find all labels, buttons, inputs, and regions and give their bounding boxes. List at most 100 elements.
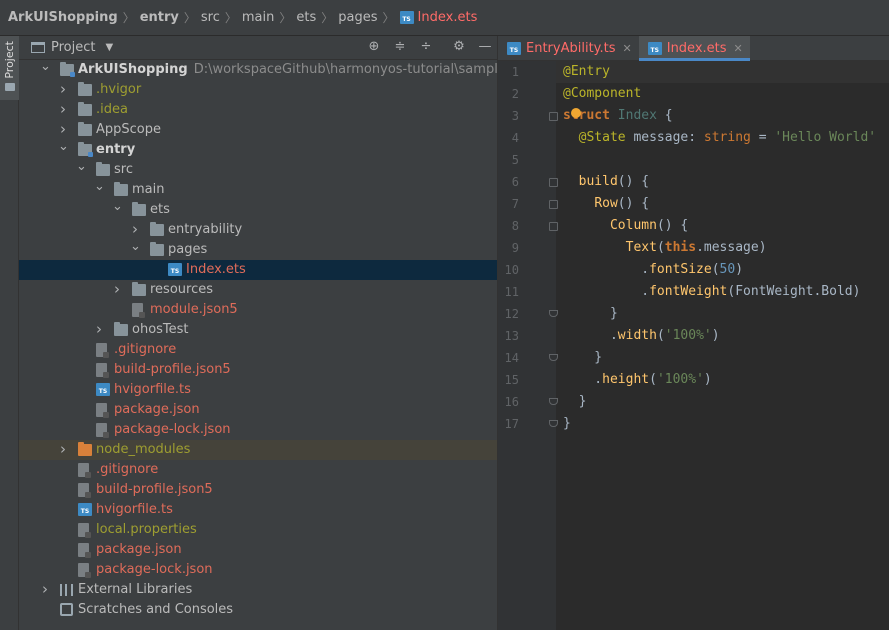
editor-tab[interactable]: TS EntryAbility.ts ✕ (498, 36, 639, 60)
tree-item[interactable]: .gitignore (19, 340, 497, 360)
gear-icon[interactable]: ⚙ (451, 39, 467, 55)
chevron-down-icon[interactable]: ⌄ (130, 240, 141, 254)
chevron-right-icon[interactable]: › (58, 440, 68, 459)
tree-item[interactable]: ⌄ main (19, 180, 497, 200)
fold-marker-icon[interactable] (549, 178, 558, 187)
code-line[interactable]: @State message: string = 'Hello World' (563, 127, 876, 149)
fold-marker-icon[interactable] (549, 420, 558, 427)
tree-item[interactable]: .gitignore (19, 460, 497, 480)
close-icon[interactable]: ✕ (623, 42, 632, 55)
tree-item[interactable]: TS hvigorfile.ts (19, 500, 497, 520)
chevron-down-icon[interactable]: ⌄ (40, 60, 51, 74)
tree-item[interactable]: ⌄ src (19, 160, 497, 180)
tree-item[interactable]: › .hvigor (19, 80, 497, 100)
code-line[interactable]: .height('100%') (563, 369, 711, 391)
tree-item[interactable]: › AppScope (19, 120, 497, 140)
chevron-down-icon[interactable]: ⌄ (112, 200, 123, 214)
tree-item-label: .idea (96, 100, 128, 120)
chevron-right-icon[interactable]: › (58, 80, 68, 99)
tree-item-label: build-profile.json5 (96, 480, 213, 500)
tree-item[interactable]: Scratches and Consoles (19, 600, 497, 620)
project-tool-window-button[interactable]: Project (0, 36, 19, 100)
tree-item[interactable]: ⌄ ets (19, 200, 497, 220)
breadcrumb-item[interactable]: ets (296, 10, 316, 25)
chevron-right-icon[interactable]: › (58, 120, 68, 139)
code-line[interactable]: @Entry (556, 61, 889, 83)
chevron-right-icon[interactable]: › (58, 100, 68, 119)
breadcrumb-item[interactable]: pages (338, 10, 377, 25)
chevron-right-icon[interactable]: › (40, 580, 50, 599)
tree-item[interactable]: ⌄ ArkUIShopping D:\workspaceGithub\harmony… (19, 60, 497, 80)
tree-item[interactable]: package-lock.json (19, 420, 497, 440)
breadcrumb-item[interactable]: entry (140, 10, 179, 25)
code-line[interactable]: @Component (563, 83, 641, 105)
chevron-right-icon[interactable]: › (112, 280, 122, 299)
code-line[interactable]: Text(this.message) (563, 237, 767, 259)
tree-item-label: AppScope (96, 120, 161, 140)
fold-marker-icon[interactable] (549, 222, 558, 231)
chevron-down-icon[interactable]: ⌄ (94, 180, 105, 194)
tree-item[interactable]: local.properties (19, 520, 497, 540)
breadcrumb-item[interactable]: ArkUIShopping (8, 10, 118, 25)
code-token: Text (625, 240, 657, 255)
tree-item[interactable]: › resources (19, 280, 497, 300)
code-line[interactable]: Column() { (563, 215, 688, 237)
code-line[interactable]: .width('100%') (563, 325, 720, 347)
tree-item[interactable]: › .idea (19, 100, 497, 120)
tree-item-label: hvigorfile.ts (114, 380, 191, 400)
tree-item[interactable]: › entryability (19, 220, 497, 240)
code-line[interactable]: } (563, 391, 587, 413)
fold-marker-icon[interactable] (549, 200, 558, 209)
breadcrumb-item[interactable]: src (201, 10, 220, 25)
close-icon[interactable]: ✕ (734, 42, 743, 55)
tree-item[interactable]: package-lock.json (19, 560, 497, 580)
tree-item[interactable]: build-profile.json5 (19, 480, 497, 500)
code-token: { (664, 108, 673, 123)
minimize-icon[interactable]: — (477, 39, 493, 55)
line-number: 8 (511, 219, 519, 233)
code-area[interactable]: 1 2 3 4 5 6 7 8 9 10 11 12 13 14 15 16 17 @Entry @Compone… (498, 61, 889, 630)
tree-item[interactable]: › node_modules (19, 440, 497, 460)
tree-item[interactable]: TS Index.ets (19, 260, 497, 280)
collapse-all-icon[interactable]: ÷ (418, 39, 434, 55)
fold-marker-icon[interactable] (549, 398, 558, 405)
project-view-selector[interactable]: Project (51, 40, 95, 55)
line-number: 1 (511, 65, 519, 79)
editor-tab[interactable]: TS Index.ets ✕ (638, 36, 750, 61)
code-line[interactable]: } (563, 347, 602, 369)
chevron-right-icon[interactable]: › (130, 220, 140, 239)
chevron-down-icon[interactable]: ▼ (105, 42, 113, 53)
code-line[interactable]: .fontSize(50) (563, 259, 743, 281)
fold-marker-icon[interactable] (549, 354, 558, 361)
fold-marker-icon[interactable] (549, 310, 558, 317)
tree-item[interactable]: › External Libraries (19, 580, 497, 600)
code-line[interactable]: } (563, 413, 571, 435)
tree-item[interactable]: ⌄ entry (19, 140, 497, 160)
tree-item[interactable]: package.json (19, 540, 497, 560)
tree-item-name: hvigorfile.ts (96, 502, 173, 517)
code-line[interactable]: build() { (563, 171, 649, 193)
code-token: .message) (696, 240, 767, 255)
tree-item[interactable]: package.json (19, 400, 497, 420)
chevron-right-icon[interactable]: › (94, 320, 104, 339)
expand-all-icon[interactable]: ≑ (392, 39, 408, 55)
module-folder-icon (78, 142, 93, 157)
breadcrumb-item[interactable]: main (242, 10, 274, 25)
breadcrumb-item[interactable]: TS Index.ets (399, 10, 477, 25)
tree-item[interactable]: TS hvigorfile.ts (19, 380, 497, 400)
lightbulb-icon[interactable] (571, 108, 581, 118)
chevron-down-icon[interactable]: ⌄ (58, 140, 69, 154)
locate-icon[interactable]: ⊕ (366, 39, 382, 55)
code-token: () { (617, 174, 650, 189)
code-line[interactable]: Row() { (563, 193, 649, 215)
code-line[interactable]: .fontWeight(FontWeight.Bold) (563, 281, 860, 303)
tree-item[interactable]: › ohosTest (19, 320, 497, 340)
tree-item-label: ohosTest (132, 320, 189, 340)
fold-marker-icon[interactable] (549, 112, 558, 121)
tree-item[interactable]: build-profile.json5 (19, 360, 497, 380)
tree-item[interactable]: ⌄ pages (19, 240, 497, 260)
chevron-down-icon[interactable]: ⌄ (76, 160, 87, 174)
code-line[interactable]: } (563, 303, 618, 325)
tree-item[interactable]: module.json5 (19, 300, 497, 320)
